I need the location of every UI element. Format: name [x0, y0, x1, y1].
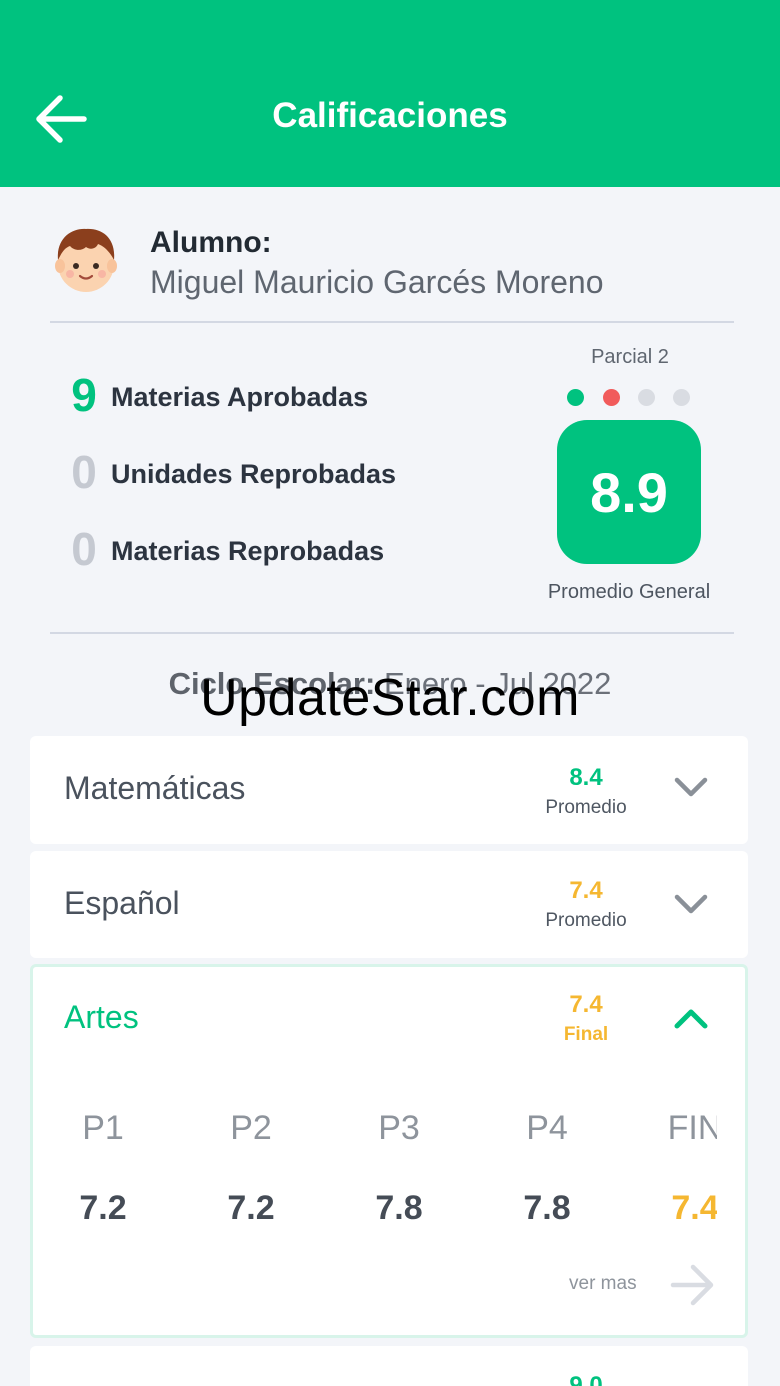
- stat-value: 0: [71, 523, 97, 575]
- student-name: Miguel Mauricio Garcés Moreno: [150, 264, 604, 300]
- page-title: Calificaciones: [272, 96, 508, 135]
- stat-failed-units: 0 Unidades Reprobadas: [64, 445, 484, 505]
- pager-dot[interactable]: [603, 389, 620, 406]
- period-pager[interactable]: [567, 389, 697, 407]
- subject-score: 7.4: [569, 877, 603, 904]
- period-grade-final: 7.4: [671, 1189, 717, 1227]
- subject-score-label: Promedio: [545, 910, 627, 931]
- stat-value: 0: [71, 446, 97, 498]
- stat-label: Unidades Reprobadas: [111, 459, 397, 489]
- stat-value: 9: [71, 369, 97, 421]
- general-average-label: Promedio General: [547, 581, 711, 603]
- boy-avatar-icon: [55, 228, 117, 292]
- app-header: Calificaciones: [0, 0, 780, 187]
- subject-name: Matemáticas: [64, 770, 246, 806]
- divider: [50, 321, 734, 323]
- subject-score-label: Final: [563, 1024, 609, 1045]
- arrow-right-icon[interactable]: [669, 1263, 717, 1307]
- chevron-down-icon[interactable]: [671, 768, 711, 808]
- period-grade: 7.8: [375, 1189, 423, 1227]
- subject-score-label: Promedio: [545, 797, 627, 818]
- period-grade: 7.2: [227, 1189, 275, 1227]
- stat-label: Materias Reprobadas: [111, 536, 385, 566]
- subject-name: Español: [64, 885, 180, 921]
- chevron-down-icon[interactable]: [671, 885, 711, 925]
- pager-dot[interactable]: [638, 389, 655, 406]
- student-info: Alumno: Miguel Mauricio Garcés Moreno: [52, 226, 732, 306]
- subject-card[interactable]: 9.0: [30, 1346, 748, 1386]
- subject-score: 7.4: [569, 991, 603, 1018]
- pager-dot-active[interactable]: [567, 389, 584, 406]
- subject-card-matematicas[interactable]: Matemáticas 8.4 Promedio: [30, 736, 748, 844]
- stat-failed-subjects: 0 Materias Reprobadas: [64, 522, 484, 582]
- divider: [50, 632, 734, 634]
- period-grades: P1 7.2 P2 7.2 P3 7.8 P4 7.8 FIN 7.4: [33, 1087, 717, 1247]
- period-header: P2: [230, 1109, 272, 1147]
- pager-dot[interactable]: [673, 389, 690, 406]
- student-label: Alumno:: [150, 226, 272, 259]
- subject-name: Artes: [64, 999, 139, 1035]
- subject-card-artes[interactable]: Artes 7.4 Final P1 7.2 P2 7.2 P3 7.8 P4 …: [30, 964, 748, 1338]
- subject-card-espanol[interactable]: Español 7.4 Promedio: [30, 851, 748, 958]
- period-label: Parcial 2: [591, 346, 669, 368]
- period-grade: 7.2: [79, 1189, 127, 1227]
- stat-label: Materias Aprobadas: [111, 382, 369, 412]
- period-header: P3: [378, 1109, 420, 1147]
- stat-approved-subjects: 9 Materias Aprobadas: [64, 368, 484, 428]
- see-more-link[interactable]: ver mas: [569, 1273, 637, 1295]
- subject-score: 8.4: [569, 764, 603, 791]
- period-header-final: FIN: [667, 1109, 717, 1147]
- period-header: P1: [82, 1109, 124, 1147]
- chevron-up-icon[interactable]: [671, 999, 711, 1039]
- watermark: UpdateStar.com: [200, 669, 580, 727]
- subject-score: 9.0: [569, 1372, 603, 1386]
- period-header: P4: [526, 1109, 568, 1147]
- period-grade: 7.8: [523, 1189, 571, 1227]
- general-average-badge: 8.9: [557, 420, 701, 564]
